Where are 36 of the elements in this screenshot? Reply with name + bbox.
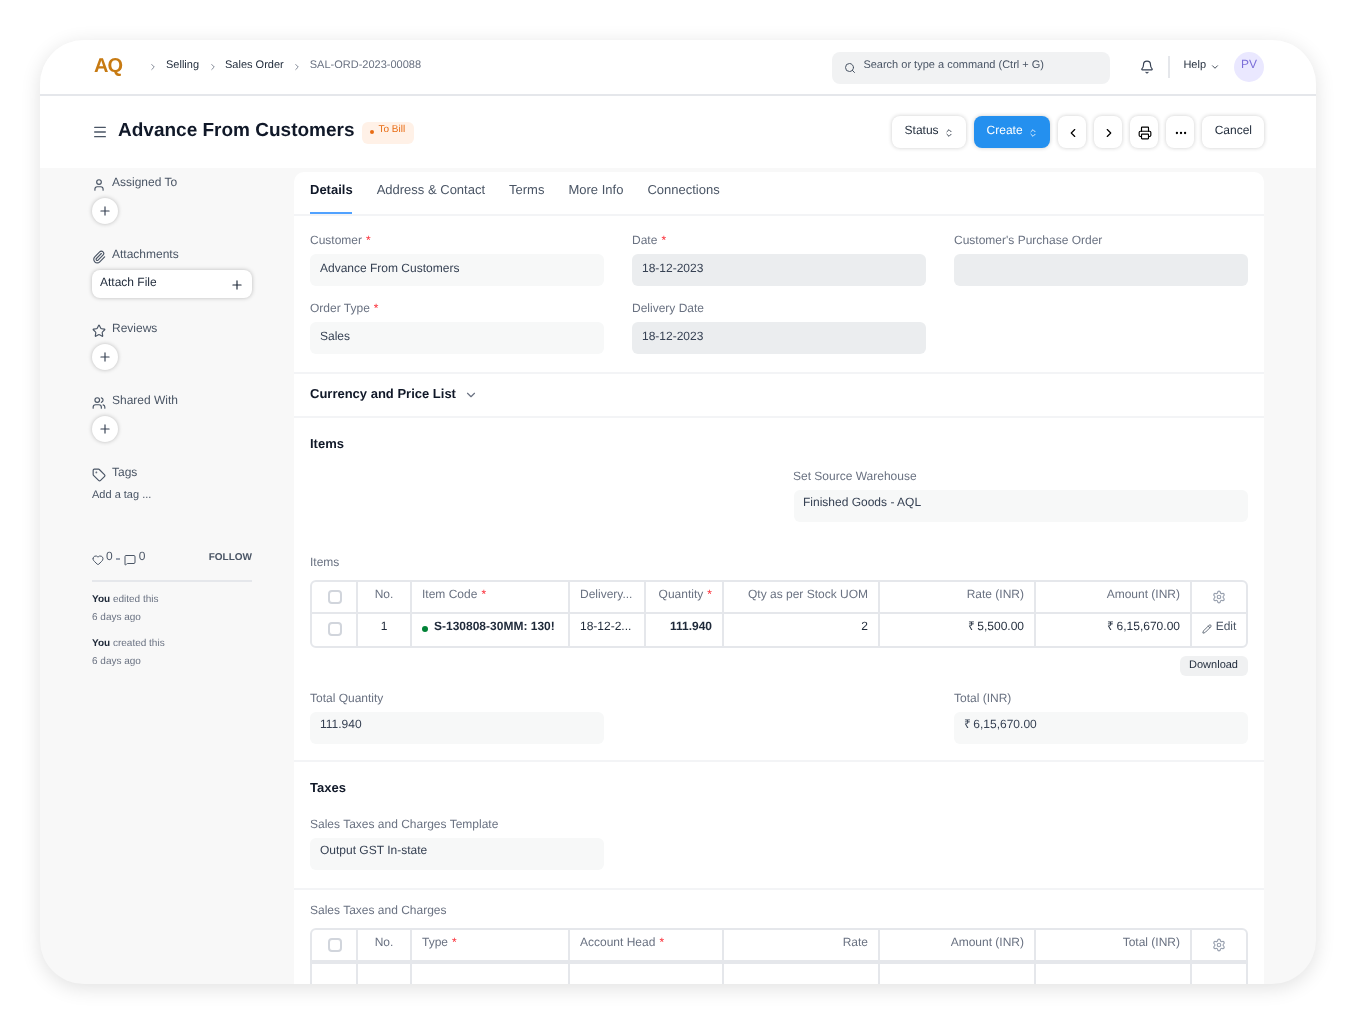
star-icon xyxy=(92,323,106,337)
add-button[interactable] xyxy=(92,344,118,370)
chevron-right-icon xyxy=(207,62,218,72)
print-button[interactable] xyxy=(1130,116,1159,148)
notification-icon[interactable] xyxy=(1139,60,1154,74)
previous-button[interactable] xyxy=(1058,116,1087,148)
comment-icon[interactable] xyxy=(124,553,137,566)
chevron-right-icon xyxy=(1101,125,1116,139)
search-icon xyxy=(843,61,856,73)
caret-icon xyxy=(944,127,955,137)
checkbox[interactable] xyxy=(327,589,341,604)
printer-icon xyxy=(1137,125,1152,139)
checkbox[interactable] xyxy=(327,937,341,951)
tag-icon xyxy=(92,467,106,481)
plus-icon xyxy=(98,422,112,436)
plus-icon xyxy=(98,204,112,218)
pencil-icon xyxy=(1201,624,1212,635)
checkbox[interactable] xyxy=(327,622,341,637)
chevron-left-icon xyxy=(1065,125,1080,139)
chevron-down-icon xyxy=(1210,62,1220,72)
chevron-right-icon xyxy=(148,62,158,72)
heart-icon[interactable] xyxy=(92,553,104,566)
add-button[interactable] xyxy=(92,198,118,224)
users-icon xyxy=(92,395,106,409)
paperclip-icon xyxy=(92,249,106,263)
chevron-right-icon xyxy=(291,62,302,72)
chevron-down-icon[interactable] xyxy=(463,388,478,402)
menu-icon[interactable] xyxy=(92,124,108,140)
settings-icon[interactable] xyxy=(1212,589,1226,604)
plus-icon xyxy=(98,350,112,364)
caret-icon xyxy=(1028,127,1039,137)
plus-icon xyxy=(230,277,244,291)
add-button[interactable] xyxy=(92,416,118,442)
page-title: Advance From Customers xyxy=(118,117,355,146)
user-icon xyxy=(92,177,106,191)
settings-icon[interactable] xyxy=(1212,937,1226,951)
